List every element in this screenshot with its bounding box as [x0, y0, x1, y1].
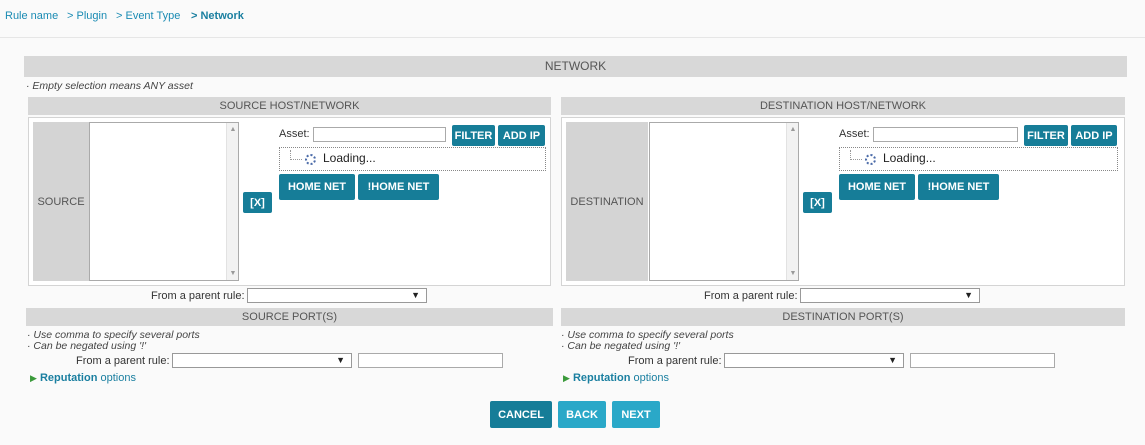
- source-parent-rule-label: From a parent rule:: [151, 290, 245, 302]
- source-side-label: SOURCE: [33, 122, 89, 281]
- source-port-input[interactable]: [358, 353, 503, 368]
- tree-connector: [290, 150, 302, 160]
- source-reputation-toggle[interactable]: ▶ Reputation options: [30, 372, 136, 384]
- dropdown-arrow-icon: ▼: [411, 290, 420, 300]
- source-port-parent-rule-label: From a parent rule:: [76, 355, 170, 367]
- source-host-header: SOURCE HOST/NETWORK: [28, 97, 551, 115]
- destination-loading-text: Loading...: [883, 151, 936, 165]
- destination-filter-button[interactable]: FILTER: [1024, 125, 1068, 146]
- source-home-net-button[interactable]: HOME NET: [279, 174, 355, 200]
- source-asset-input[interactable]: [313, 127, 446, 142]
- destination-asset-label: Asset:: [839, 128, 870, 140]
- dropdown-arrow-icon: ▼: [964, 290, 973, 300]
- source-clear-button[interactable]: [X]: [243, 192, 272, 213]
- destination-reputation-toggle[interactable]: ▶ Reputation options: [563, 372, 669, 384]
- source-reputation-bold: Reputation: [39, 372, 98, 384]
- section-title: NETWORK: [24, 56, 1127, 77]
- cancel-button[interactable]: CANCEL: [490, 401, 552, 428]
- loading-spinner-icon: [305, 154, 316, 165]
- destination-list-scrollbar[interactable]: ▲ ▼: [786, 123, 798, 280]
- source-port-parent-rule-select[interactable]: ▼: [172, 353, 352, 368]
- source-list-scrollbar[interactable]: ▲ ▼: [226, 123, 238, 280]
- scroll-up-icon[interactable]: ▲: [227, 126, 239, 133]
- source-asset-label: Asset:: [279, 128, 310, 140]
- source-parent-rule-select[interactable]: ▼: [247, 288, 427, 303]
- back-button[interactable]: BACK: [558, 401, 606, 428]
- destination-clear-button[interactable]: [X]: [803, 192, 832, 213]
- destination-side-label: DESTINATION: [566, 122, 648, 281]
- destination-port-parent-rule-label: From a parent rule:: [628, 355, 722, 367]
- destination-port-input[interactable]: [910, 353, 1055, 368]
- breadcrumb-event-type[interactable]: > Event Type: [116, 10, 180, 22]
- source-port-header: SOURCE PORT(S): [26, 308, 553, 326]
- destination-port-parent-rule-select[interactable]: ▼: [724, 353, 904, 368]
- destination-parent-rule-label: From a parent rule:: [704, 290, 798, 302]
- dropdown-arrow-icon: ▼: [336, 355, 345, 365]
- destination-home-net-button[interactable]: HOME NET: [839, 174, 915, 200]
- breadcrumb-divider: [0, 37, 1145, 38]
- destination-not-home-net-button[interactable]: !HOME NET: [918, 174, 999, 200]
- tree-connector: [850, 150, 862, 160]
- destination-reputation-bold: Reputation: [572, 372, 631, 384]
- loading-spinner-icon: [865, 154, 876, 165]
- destination-host-header: DESTINATION HOST/NETWORK: [561, 97, 1125, 115]
- expand-triangle-icon: ▶: [30, 373, 37, 383]
- next-button[interactable]: NEXT: [612, 401, 660, 428]
- destination-port-note-negate: · Can be negated using '!': [561, 340, 681, 352]
- destination-parent-rule-select[interactable]: ▼: [800, 288, 980, 303]
- source-port-note-negate: · Can be negated using '!': [27, 340, 147, 352]
- destination-asset-input[interactable]: [873, 127, 1018, 142]
- breadcrumb-network: > Network: [191, 10, 244, 22]
- destination-asset-tree[interactable]: Loading...: [839, 147, 1118, 171]
- source-asset-list[interactable]: ▲ ▼: [89, 122, 239, 281]
- scroll-down-icon[interactable]: ▼: [227, 270, 239, 277]
- breadcrumb-rule-name[interactable]: Rule name: [5, 10, 58, 22]
- dropdown-arrow-icon: ▼: [888, 355, 897, 365]
- source-add-ip-button[interactable]: ADD IP: [498, 125, 545, 146]
- breadcrumb-plugin[interactable]: > Plugin: [67, 10, 107, 22]
- destination-add-ip-button[interactable]: ADD IP: [1071, 125, 1117, 146]
- empty-selection-note: · Empty selection means ANY asset: [26, 80, 193, 92]
- scroll-down-icon[interactable]: ▼: [787, 270, 799, 277]
- scroll-up-icon[interactable]: ▲: [787, 126, 799, 133]
- destination-port-header: DESTINATION PORT(S): [561, 308, 1125, 326]
- source-not-home-net-button[interactable]: !HOME NET: [358, 174, 439, 200]
- source-reputation-rest: options: [97, 372, 136, 384]
- destination-asset-list[interactable]: ▲ ▼: [649, 122, 799, 281]
- expand-triangle-icon: ▶: [563, 373, 570, 383]
- source-asset-tree[interactable]: Loading...: [279, 147, 546, 171]
- destination-reputation-rest: options: [630, 372, 669, 384]
- source-filter-button[interactable]: FILTER: [452, 125, 495, 146]
- source-loading-text: Loading...: [323, 151, 376, 165]
